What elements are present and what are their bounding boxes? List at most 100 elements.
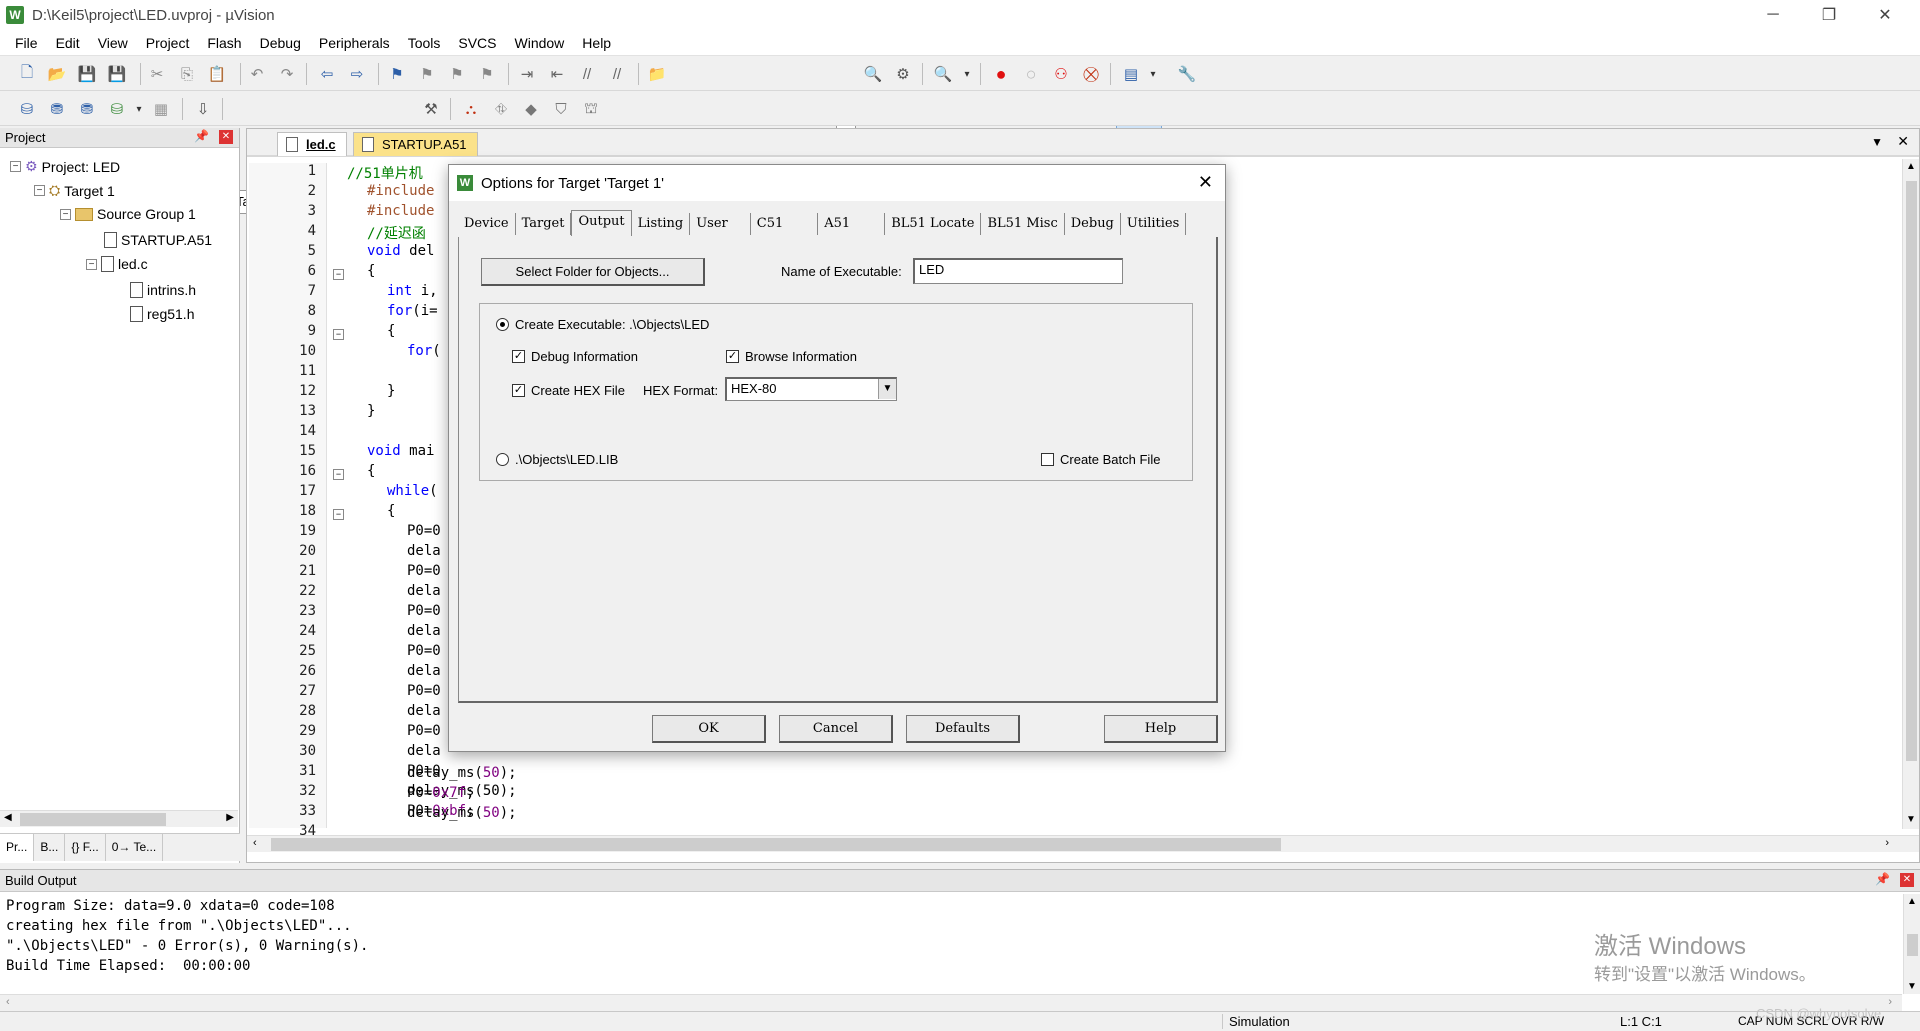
tab-debug[interactable]: Debug [1065,213,1121,235]
tab-listing[interactable]: Listing [632,213,691,235]
event-recorder-icon[interactable]: ⛫ [580,98,602,120]
collapse-icon[interactable]: − [10,161,21,172]
tree-item-source-group[interactable]: − Source Group 1 [60,206,196,222]
tab-output[interactable]: Output [571,210,632,236]
menu-file[interactable]: File [6,35,47,51]
next-bookmark-icon[interactable]: ⚑ [446,63,468,85]
target-options-icon[interactable]: ⚒ [420,98,442,120]
collapse-icon[interactable]: − [60,208,71,220]
open-file-icon[interactable]: 📂 [46,63,68,85]
breakpoint-icon[interactable]: ● [990,63,1012,85]
new-file-icon[interactable]: 🗋 [16,63,38,85]
scroll-down-icon[interactable]: ▼ [1907,981,1917,992]
scroll-thumb[interactable] [1907,934,1918,956]
download-icon[interactable]: ⇩ [192,98,214,120]
tab-c51[interactable]: C51 [751,213,819,235]
name-exe-input[interactable]: LED [913,258,1123,284]
menu-tools[interactable]: Tools [399,35,450,51]
create-exe-radio[interactable]: Create Executable: .\Objects\LED [496,317,709,332]
fold-marker[interactable]: − [333,329,344,340]
copy-icon[interactable]: ⎘ [176,63,198,85]
redo-icon[interactable]: ↷ [276,63,298,85]
project-hscrollbar[interactable]: ◀ ▶ [0,810,238,827]
scroll-left-icon[interactable]: ◀ [4,812,12,823]
tree-item-target[interactable]: − ⛭ Target 1 [34,182,115,199]
scroll-left-icon[interactable]: ‹ [253,837,257,849]
debug-dropdown-icon[interactable]: ▾ [956,63,978,85]
kill-all-breakpoints-icon[interactable]: ⛒ [1080,63,1102,85]
incremental-find-icon[interactable]: ⚙ [892,63,914,85]
disable-all-breakpoints-icon[interactable]: ⚇ [1050,63,1072,85]
editor-hscrollbar[interactable]: ‹ › [247,835,1919,852]
debug-info-checkbox[interactable]: ✓ Debug Information [512,349,638,364]
cut-icon[interactable]: ✂ [146,63,168,85]
scroll-up-icon[interactable]: ▲ [1906,161,1916,172]
scroll-right-icon[interactable]: › [1888,996,1892,1008]
scroll-up-icon[interactable]: ▲ [1907,896,1917,907]
menu-project[interactable]: Project [137,35,199,51]
cancel-button[interactable]: Cancel [779,715,893,743]
minimize-button[interactable]: ─ [1750,0,1796,30]
nav-forward-icon[interactable]: ⇨ [346,63,368,85]
tab-led-c[interactable]: led.c [277,132,347,156]
debug-session-icon[interactable]: 🔍 [932,63,954,85]
close-window-button[interactable]: ✕ [1862,0,1908,30]
save-all-icon[interactable]: 💾 [106,63,128,85]
collapse-icon[interactable]: − [86,258,97,270]
tab-user[interactable]: User [690,213,751,235]
tree-item-reg51-h[interactable]: reg51.h [130,306,194,322]
tree-item-led-c[interactable]: − led.c [86,256,148,272]
unindent-icon[interactable]: ⇤ [546,63,568,85]
pin-icon[interactable]: 📌 [194,129,209,143]
defaults-button[interactable]: Defaults [906,715,1020,743]
menu-peripherals[interactable]: Peripherals [310,35,399,51]
menu-edit[interactable]: Edit [47,35,89,51]
stop-build-icon[interactable]: ▦ [150,98,172,120]
tab-functions[interactable]: {} F... [65,834,106,861]
tab-device[interactable]: Device [458,213,516,235]
tab-project[interactable]: Pr... [0,834,35,861]
scroll-thumb[interactable] [1906,181,1917,761]
build-hscrollbar[interactable]: ‹ › [0,994,1902,1011]
paste-icon[interactable]: 📋 [206,63,228,85]
scroll-left-icon[interactable]: ‹ [6,996,10,1008]
nav-back-icon[interactable]: ⇦ [316,63,338,85]
prev-bookmark-icon[interactable]: ⚑ [416,63,438,85]
editor-vscrollbar[interactable]: ▲ ▼ [1902,159,1919,829]
ok-button[interactable]: OK [652,715,766,743]
find-icon[interactable]: 🔍 [862,63,884,85]
menu-debug[interactable]: Debug [251,35,310,51]
menu-svcs[interactable]: SVCS [449,35,505,51]
tab-a51[interactable]: A51 [818,213,886,235]
close-panel-icon[interactable]: ✕ [219,130,233,144]
tab-startup-a51[interactable]: STARTUP.A51 [353,132,478,156]
fold-marker[interactable]: − [333,469,344,480]
scroll-right-icon[interactable]: › [1885,837,1889,849]
select-packs-icon[interactable]: ⛗ [490,98,512,120]
select-folder-button[interactable]: Select Folder for Objects... [481,258,705,286]
create-batch-checkbox[interactable]: Create Batch File [1041,452,1160,467]
fold-marker[interactable]: − [333,509,344,520]
configure-icon[interactable]: 🔧 [1176,63,1198,85]
indent-icon[interactable]: ⇥ [516,63,538,85]
create-hex-checkbox[interactable]: ✓ Create HEX File [512,383,625,398]
hex-format-select[interactable]: HEX-80 ▼ [725,377,897,401]
find-in-files-icon[interactable]: 📁 [646,63,668,85]
scroll-thumb[interactable] [271,838,1281,851]
pin-icon[interactable]: 📌 [1875,872,1890,886]
tree-item-intrins-h[interactable]: intrins.h [130,282,196,298]
close-dialog-icon[interactable]: ✕ [1198,172,1213,193]
browse-info-checkbox[interactable]: ✓ Browse Information [726,349,857,364]
menu-flash[interactable]: Flash [198,35,250,51]
menu-view[interactable]: View [89,35,137,51]
restore-button[interactable]: ❐ [1806,0,1852,30]
fold-marker[interactable]: − [333,269,344,280]
translate-icon[interactable]: ⛁ [16,98,38,120]
scroll-thumb[interactable] [20,813,166,826]
build-icon[interactable]: ⛃ [46,98,68,120]
menu-help[interactable]: Help [573,35,620,51]
tab-templates[interactable]: 0→ Te... [106,834,164,861]
batch-dropdown-icon[interactable]: ▾ [128,98,150,120]
help-button[interactable]: Help [1104,715,1218,743]
close-panel-icon[interactable]: ✕ [1900,873,1914,887]
